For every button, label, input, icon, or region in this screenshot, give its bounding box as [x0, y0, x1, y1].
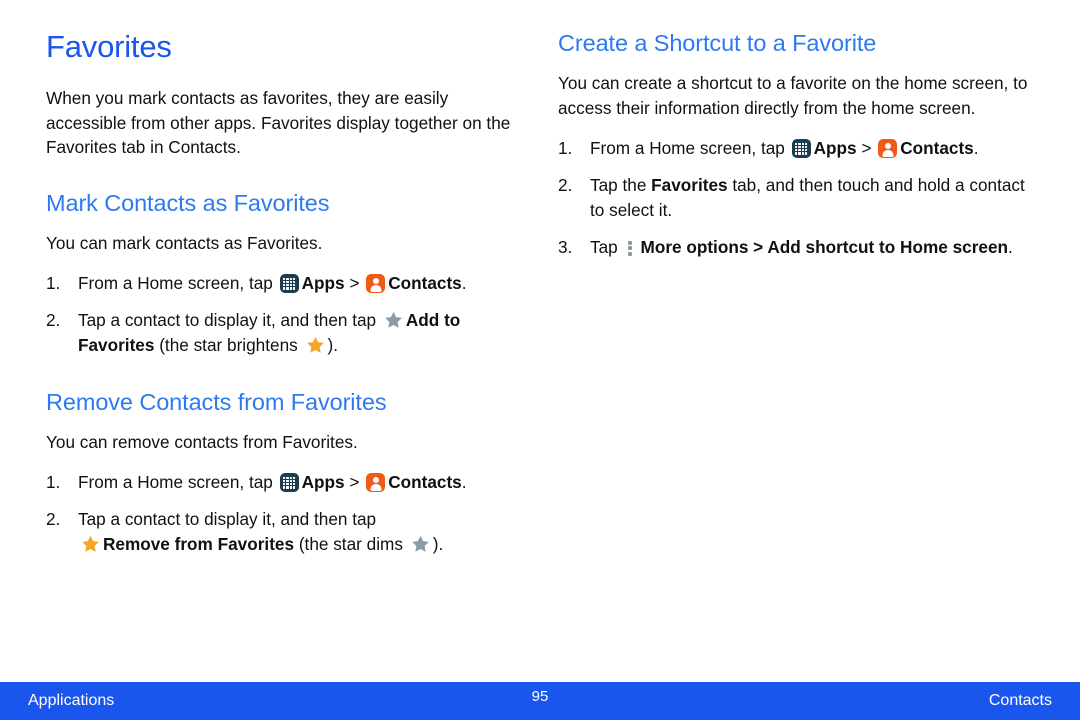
step-text: Tap the Favorites tab, and then touch an… [590, 174, 1025, 221]
emphasis-text: Remove from Favorites [103, 534, 295, 555]
step-text: Tap More options > Add shortcut to Home … [590, 236, 1013, 257]
contacts-icon [878, 139, 898, 159]
step-item: 1. From a Home screen, tap Apps > Contact… [46, 271, 526, 297]
page-footer: Applications 95 Contacts [0, 682, 1080, 720]
star-dim-icon [383, 310, 404, 330]
step-list: 1. From a Home screen, tap Apps > Contact… [558, 136, 1038, 260]
emphasis-text: Contacts [388, 273, 462, 294]
section-intro: You can create a shortcut to a favorite … [558, 73, 1028, 118]
step-number: 2. [46, 508, 61, 529]
section-heading: Create a Shortcut to a Favorite [558, 30, 877, 56]
document-page: Favorites When you mark contacts as favo… [0, 0, 1080, 720]
step-text: From a Home screen, tap Apps > Contacts. [78, 472, 467, 493]
contacts-icon [366, 274, 386, 294]
apps-icon [791, 139, 811, 159]
step-list: 1. From a Home screen, tap Apps > Contact… [46, 470, 526, 558]
step-text: Tap a contact to display it, and then ta… [78, 508, 444, 555]
emphasis-text: Contacts [900, 138, 974, 159]
step-number: 2. [46, 309, 61, 330]
contacts-icon [366, 473, 386, 493]
step-item: 1. From a Home screen, tap Apps > Contact… [558, 136, 1038, 162]
step-number: 3. [558, 236, 573, 257]
emphasis-text: Favorites [651, 174, 728, 195]
page-title: Favorites [46, 29, 172, 64]
section-heading: Remove Contacts from Favorites [46, 388, 387, 415]
step-number: 2. [558, 174, 573, 195]
left-sections: Mark Contacts as Favorites You can mark c… [46, 190, 526, 558]
step-item: 2. Tap a contact to display it, and then … [46, 308, 526, 359]
section-heading: Mark Contacts as Favorites [46, 189, 330, 216]
step-text: Tap a contact to display it, and then ta… [78, 309, 461, 356]
step-text: From a Home screen, tap Apps > Contacts. [590, 138, 979, 159]
intro-paragraph: When you mark contacts as favorites, the… [46, 88, 511, 158]
step-number: 1. [46, 273, 61, 294]
section-intro: You can mark contacts as Favorites. [46, 232, 323, 253]
step-item: 2. Tap the Favorites tab, and then touch … [558, 173, 1038, 224]
emphasis-text: More options > Add shortcut to Home scre… [640, 236, 1009, 257]
footer-right-label: Contacts [988, 692, 1052, 709]
emphasis-text: Apps [813, 138, 857, 159]
emphasis-text: Contacts [388, 472, 462, 493]
footer-page-number: 95 [531, 688, 549, 705]
left-column: Favorites When you mark contacts as favo… [46, 29, 526, 569]
emphasis-text: Apps [301, 472, 345, 493]
apps-icon [279, 473, 299, 493]
star-active-icon [305, 335, 326, 355]
step-item: 1. From a Home screen, tap Apps > Contact… [46, 470, 526, 496]
more-options-icon [626, 238, 636, 257]
emphasis-text: Apps [301, 273, 345, 294]
section-intro: You can remove contacts from Favorites. [46, 431, 358, 452]
apps-icon [279, 274, 299, 294]
right-sections: Create a Shortcut to a Favorite You can c… [558, 30, 1038, 260]
step-text: From a Home screen, tap Apps > Contacts. [78, 273, 467, 294]
step-item: 3. Tap More options > Add shortcut to Hom… [558, 235, 1038, 261]
step-number: 1. [558, 138, 573, 159]
right-column: Create a Shortcut to a Favorite You can c… [558, 30, 1038, 271]
star-active-icon [80, 534, 101, 554]
step-number: 1. [46, 472, 61, 493]
step-item: 2. Tap a contact to display it, and then … [46, 507, 526, 558]
star-dim-icon [410, 534, 431, 554]
step-list: 1. From a Home screen, tap Apps > Contact… [46, 271, 526, 359]
